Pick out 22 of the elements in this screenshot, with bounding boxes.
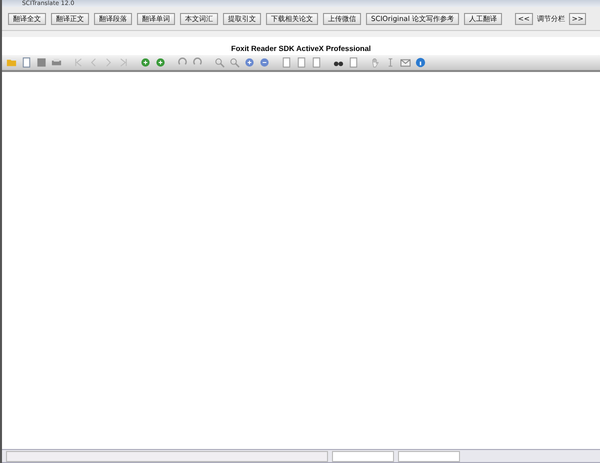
page-icon[interactable]: [311, 57, 322, 68]
page-icon[interactable]: [281, 57, 292, 68]
page-icon[interactable]: [296, 57, 307, 68]
rotate-icon[interactable]: [177, 57, 188, 68]
zoom-field[interactable]: [398, 450, 460, 462]
page-field[interactable]: [332, 450, 394, 462]
plus-circle-icon[interactable]: [244, 57, 255, 68]
document-icon[interactable]: [21, 57, 32, 68]
zoom-out-icon[interactable]: [229, 57, 240, 68]
page-icon[interactable]: [348, 57, 359, 68]
envelope-icon[interactable]: [400, 57, 411, 68]
zoom-in-icon[interactable]: [214, 57, 225, 68]
hand-icon[interactable]: [370, 57, 381, 68]
info-icon[interactable]: [415, 57, 426, 68]
folder-icon[interactable]: [6, 57, 17, 68]
plus-circle-icon[interactable]: [140, 57, 151, 68]
printer-icon[interactable]: [51, 57, 62, 68]
minus-circle-icon[interactable]: [259, 57, 270, 68]
rotate-icon[interactable]: [192, 57, 203, 68]
last-page-icon[interactable]: [118, 57, 129, 68]
first-page-icon[interactable]: [73, 57, 84, 68]
plus-circle-icon[interactable]: [155, 57, 166, 68]
